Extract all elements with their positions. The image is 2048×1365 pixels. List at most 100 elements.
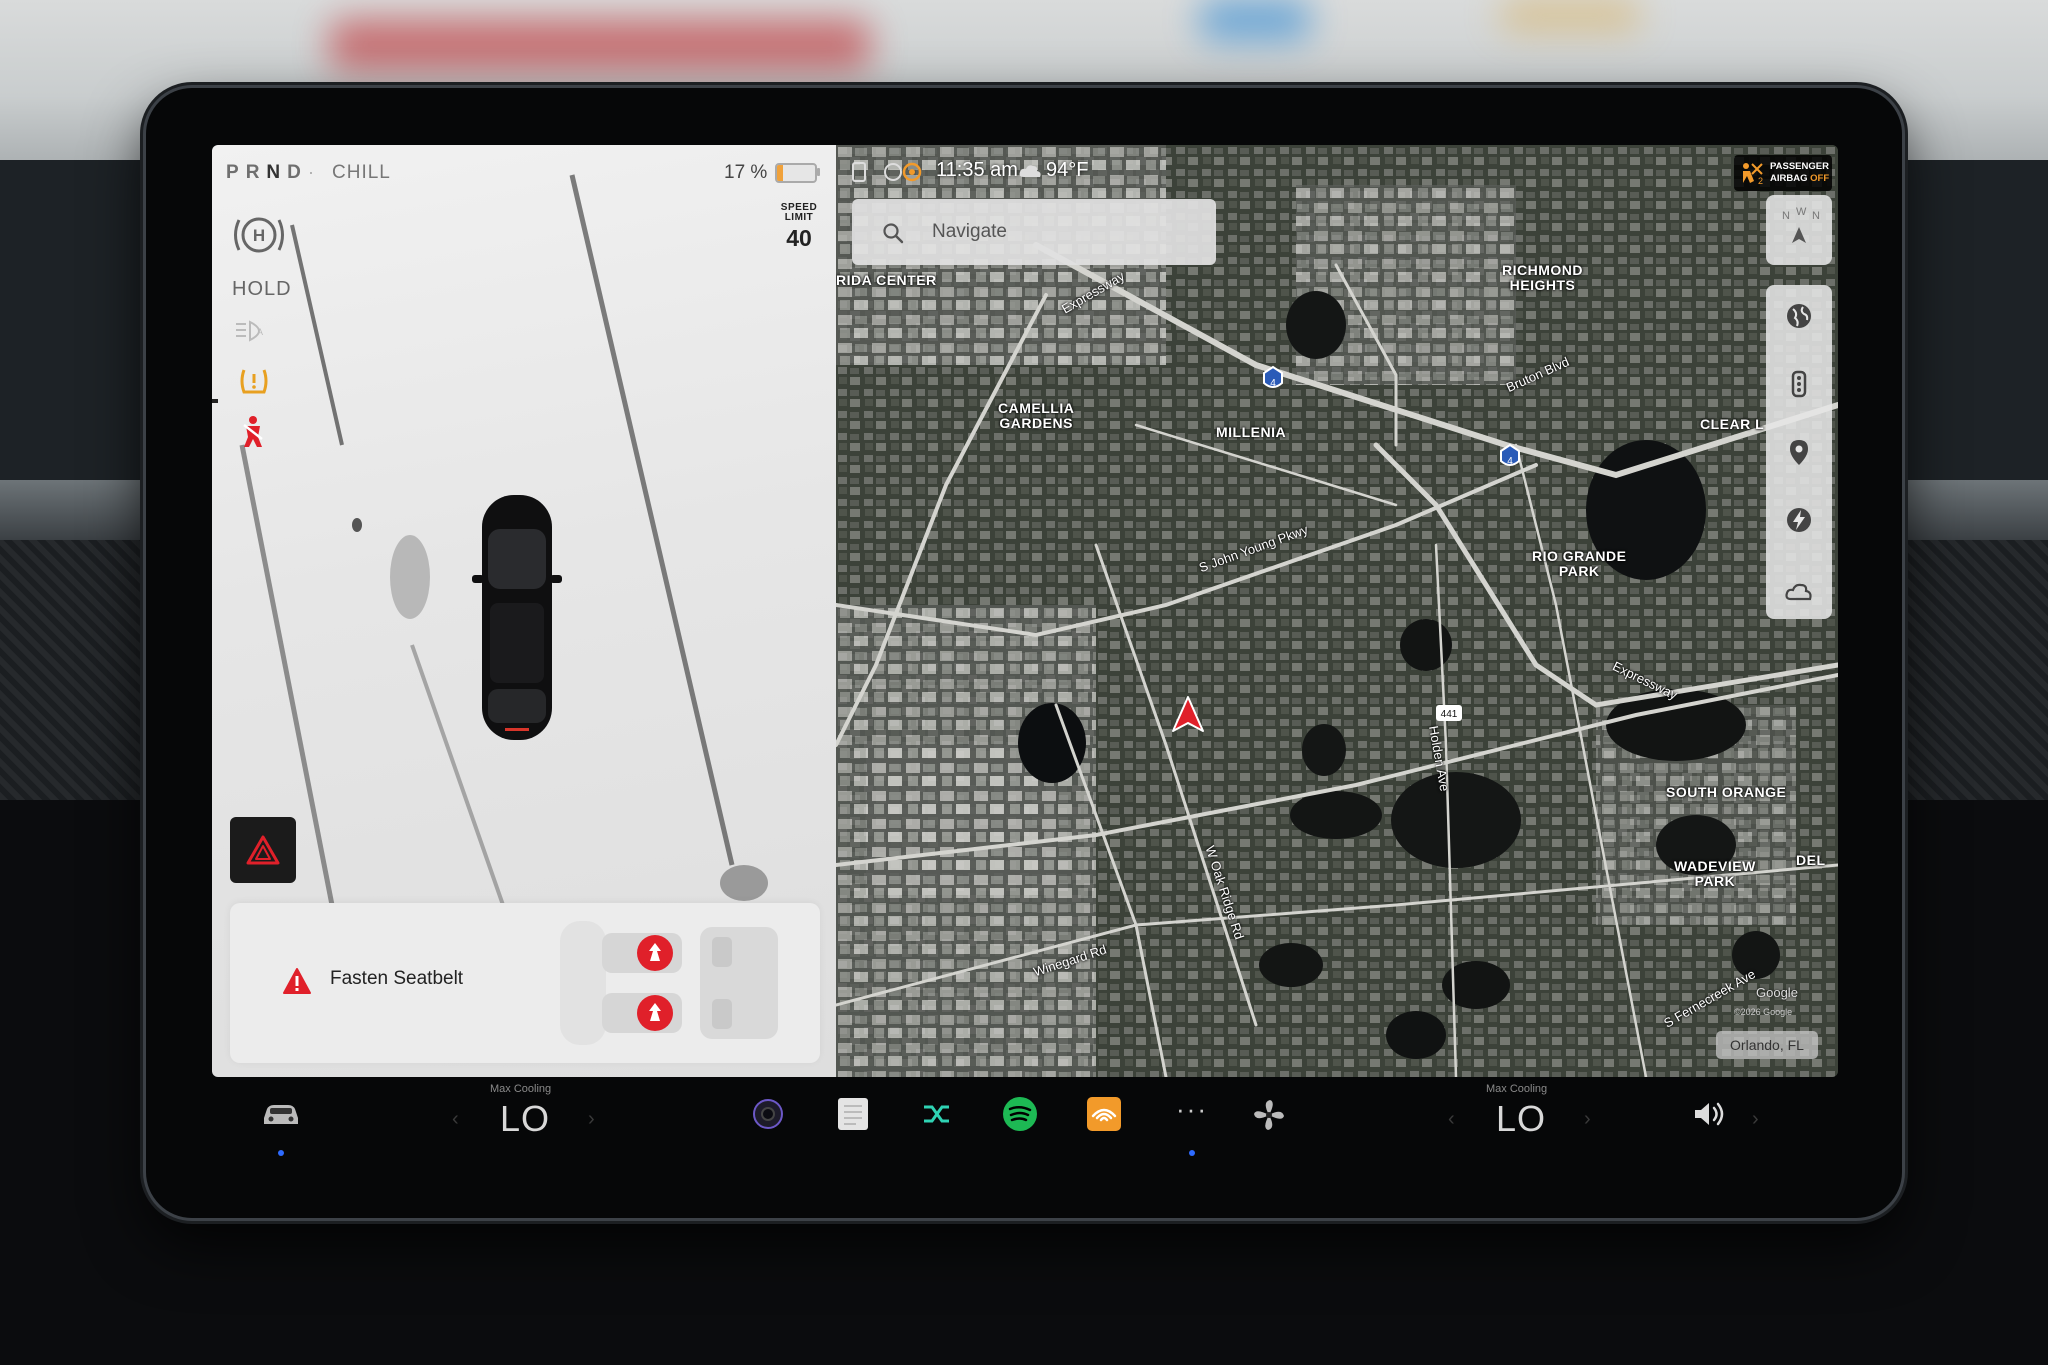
search-icon (883, 223, 904, 244)
search-placeholder[interactable]: Navigate (932, 221, 1007, 243)
place-label: RICHMOND HEIGHTS (1502, 262, 1583, 293)
hold-label: HOLD (232, 278, 292, 300)
active-indicator (1189, 1150, 1195, 1156)
temp-up-chevron-icon[interactable]: › (588, 1108, 595, 1131)
alert-triangle-icon (283, 968, 311, 994)
camera-icon[interactable] (752, 1098, 784, 1130)
satellite-imagery: 4 4 441 (836, 145, 1838, 1077)
shuffle-icon[interactable] (922, 1100, 952, 1128)
pin-icon[interactable] (1784, 437, 1814, 467)
gear-selector[interactable]: PRND (226, 162, 308, 184)
weather-cloud-icon (1019, 165, 1041, 177)
speed-limit-label: LIMIT (784, 212, 814, 223)
map-copyright: ©2026 Google (1734, 1007, 1793, 1017)
drive-mode[interactable]: CHILL (332, 162, 391, 184)
background-blur (1200, 0, 1310, 40)
tire-pressure-warning-icon (240, 369, 268, 394)
background-blur (1500, 0, 1640, 30)
compass-button[interactable]: N W N (1766, 195, 1832, 265)
current-city-label: Orlando, FL (1716, 1031, 1818, 1059)
audible-icon[interactable] (1086, 1096, 1122, 1132)
svg-text:W: W (1796, 206, 1807, 218)
phone-key-icon (852, 162, 866, 182)
active-indicator (278, 1150, 284, 1156)
gear-p[interactable]: P (226, 162, 246, 183)
current-location-arrow-icon (1172, 696, 1204, 732)
airbag-label: AIRBAG (1770, 173, 1808, 184)
airbag-icon: 2 (1743, 163, 1763, 185)
seatbelt-alert-card[interactable]: Fasten Seatbelt (230, 903, 820, 1063)
indicator-tick (212, 399, 218, 403)
volume-up-chevron-icon[interactable]: › (1752, 1108, 1759, 1131)
gear-n[interactable]: N (266, 162, 287, 183)
car-visualization-panel: PRND · CHILL 17 % SPEED LIMIT 40 H HOLD … (212, 145, 836, 1077)
battery-tip (817, 168, 820, 176)
auto-headlight-icon: A (236, 320, 263, 342)
gear-r[interactable]: R (246, 162, 267, 183)
bottom-dock: Max Cooling ‹ LO › ··· Max Cooling ‹ LO (212, 1078, 1838, 1178)
gear-d[interactable]: D (287, 162, 308, 183)
svg-text:2: 2 (1758, 176, 1763, 185)
background-blur (330, 20, 870, 70)
driver-temperature[interactable]: LO (500, 1098, 550, 1140)
navigation-map[interactable]: 4 4 441 RIDA CENTER CAMELLIA GARDENS MIL… (836, 145, 1838, 1077)
airbag-status: AIRBAG OFF (1770, 173, 1829, 184)
place-label: MILLENIA (1216, 424, 1287, 440)
charging-icon[interactable] (1784, 505, 1814, 535)
battery-icon (775, 163, 817, 183)
battery-level-fill (777, 165, 784, 181)
sentry-dashcam-icon (884, 162, 922, 182)
speed-limit-sign: SPEED LIMIT 40 (772, 203, 826, 252)
svg-text:A: A (257, 327, 263, 337)
place-label: CAMELLIA GARDENS (998, 400, 1075, 431)
passenger-temperature[interactable]: LO (1496, 1098, 1546, 1140)
temp-down-chevron-icon[interactable]: ‹ (452, 1108, 459, 1131)
fan-icon[interactable] (1252, 1098, 1286, 1132)
seat-occupancy-diagram (560, 921, 778, 1045)
vehicle-model (472, 495, 562, 740)
globe-icon[interactable] (1784, 301, 1814, 331)
notes-icon[interactable] (836, 1096, 870, 1132)
speed-limit-value: 40 (786, 225, 812, 251)
clock: 11:35 am (936, 159, 1018, 181)
svg-text:N: N (1782, 210, 1790, 222)
seatbelt-warning-icon (243, 416, 263, 447)
spotify-icon[interactable] (1002, 1096, 1038, 1132)
place-label: DEL (1796, 852, 1826, 868)
airbag-label: PASSENGER (1770, 161, 1829, 172)
place-label: WADEVIEW PARK (1674, 858, 1756, 889)
weather-icon[interactable] (1784, 575, 1814, 605)
map-attribution: Google (1756, 985, 1798, 1000)
place-label: RIDA CENTER (836, 272, 937, 288)
shield-number: 4 (1507, 456, 1513, 467)
temp-down-chevron-icon[interactable]: ‹ (1448, 1108, 1455, 1131)
status-bar: 11:35 am 94°F 2 PASSENGER AIRBAG OFF (836, 151, 1838, 191)
traffic-icon[interactable] (1784, 369, 1814, 399)
place-label: RIO GRANDE PARK (1532, 548, 1627, 579)
shield-number: 441 (1441, 709, 1458, 720)
hazard-icon (246, 835, 280, 865)
compass-north-icon: N W N (1782, 206, 1820, 243)
volume-icon[interactable] (1692, 1100, 1728, 1128)
map-tools-panel (1766, 285, 1832, 619)
airbag-off-label: OFF (1810, 173, 1830, 184)
passenger-airbag-indicator: 2 PASSENGER AIRBAG OFF (1734, 155, 1832, 191)
car-icon[interactable] (260, 1100, 302, 1128)
svg-text:H: H (253, 226, 265, 245)
climate-caption: Max Cooling (1486, 1083, 1548, 1095)
climate-caption: Max Cooling (490, 1083, 552, 1095)
temp-up-chevron-icon[interactable]: › (1584, 1108, 1591, 1131)
place-label: SOUTH ORANGE (1666, 784, 1787, 800)
touchscreen: PRND · CHILL 17 % SPEED LIMIT 40 H HOLD … (212, 145, 1838, 1077)
alert-message: Fasten Seatbelt (330, 968, 464, 989)
battery-percent: 17 % (724, 162, 768, 183)
brake-hold-icon: H (234, 217, 284, 253)
outside-temperature: 94°F (1046, 159, 1089, 181)
place-label: CLEAR L (1700, 416, 1765, 432)
hazard-button[interactable] (230, 817, 296, 883)
navigate-search-bar[interactable]: Navigate (852, 199, 1216, 265)
shield-number: 4 (1270, 378, 1276, 389)
separator: · (308, 162, 314, 182)
svg-text:N: N (1812, 210, 1820, 222)
more-icon[interactable]: ··· (1176, 1094, 1208, 1125)
